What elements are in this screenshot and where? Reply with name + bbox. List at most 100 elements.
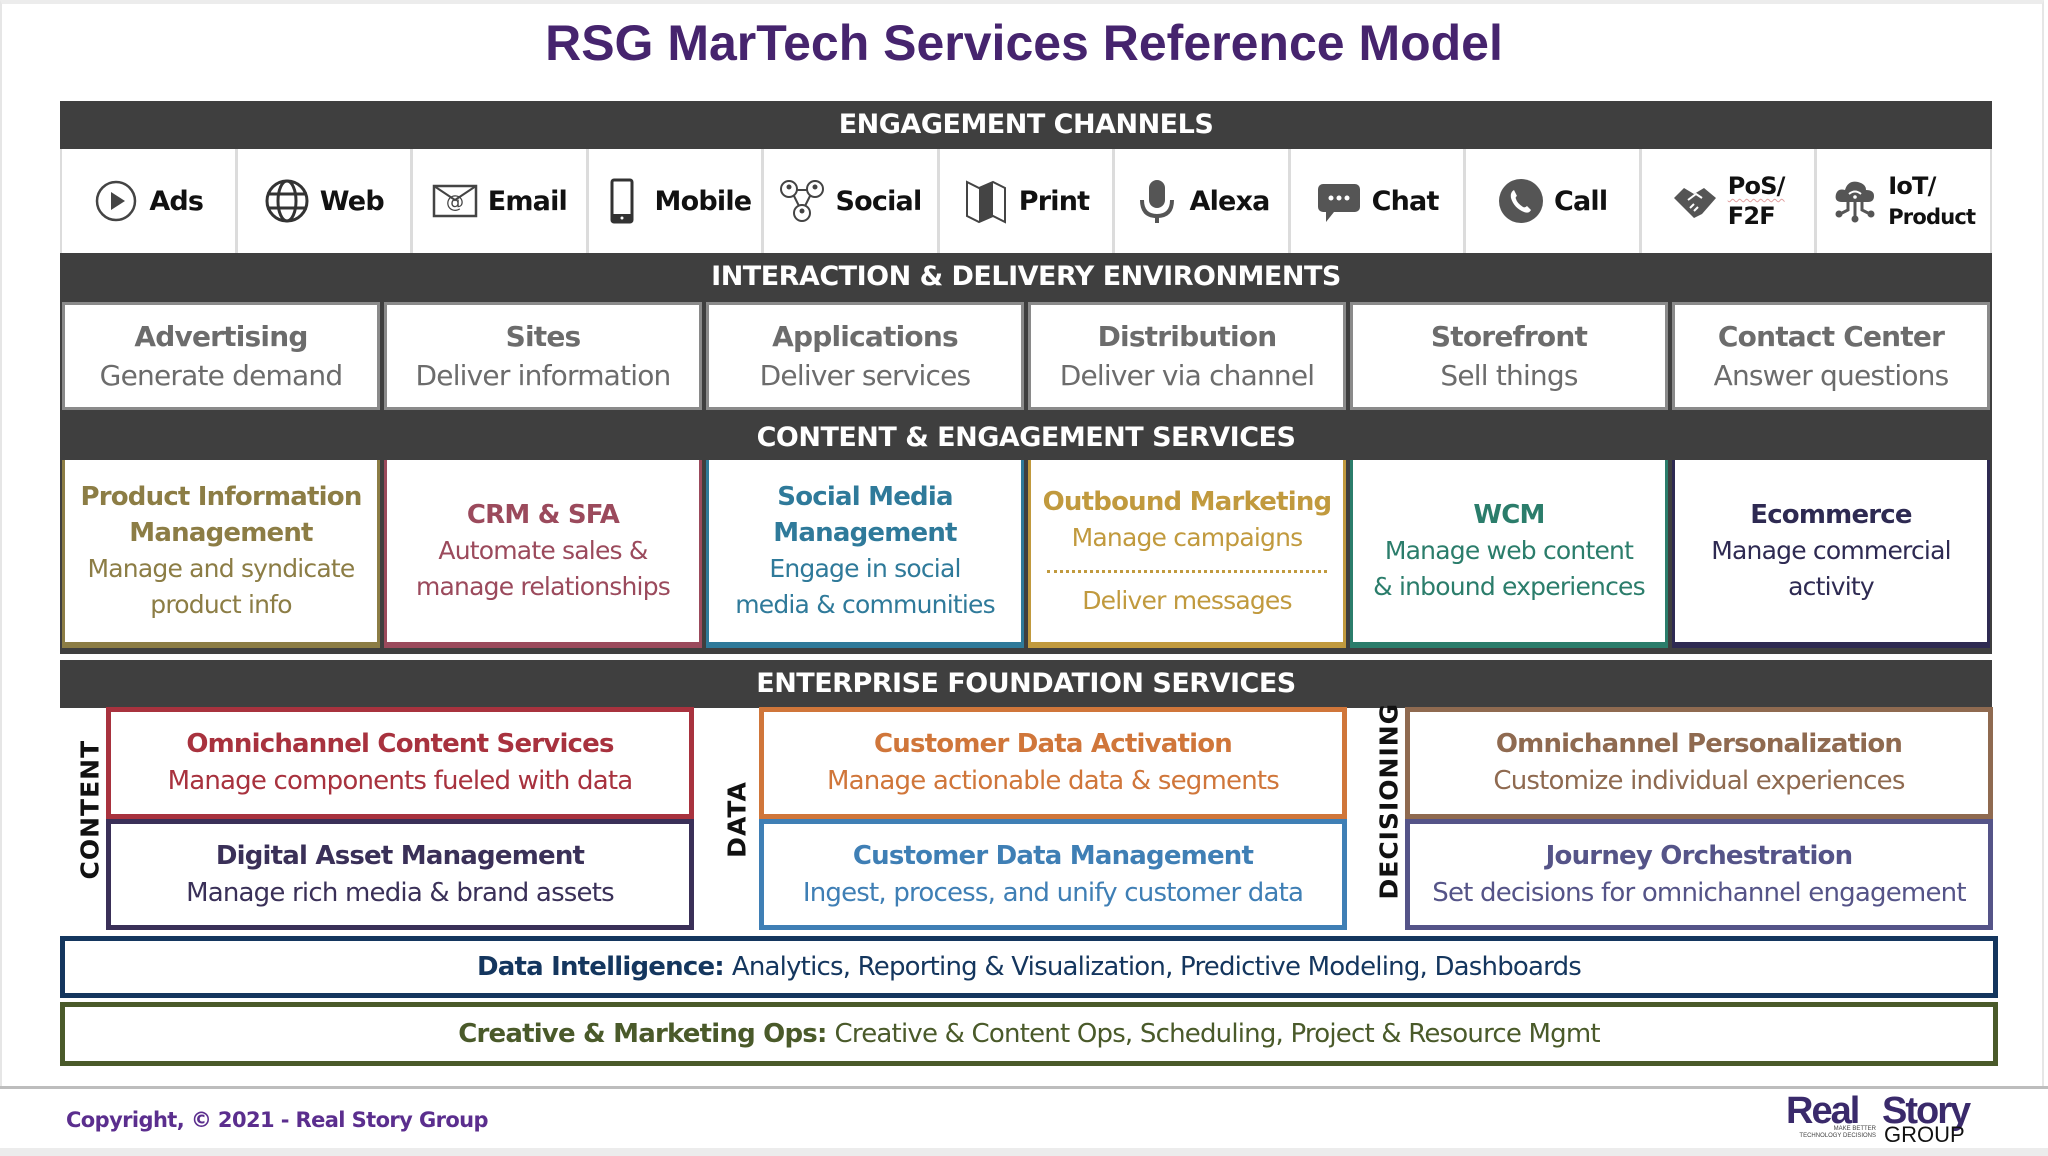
bar-text: Analytics, Reporting & Visualization, Pr… [731,952,1582,982]
env-subtitle: Generate demand [99,359,343,392]
box-title: Journey Orchestration [1545,840,1853,871]
play-circle-icon [96,180,137,222]
service-desc: Automate sales & [438,536,648,565]
service-desc: manage relationships [415,572,671,601]
channel-label-line2: F2F [1727,202,1776,230]
box-desc: Manage rich media & brand assets [186,877,615,908]
service-desc: Engage in social [769,554,961,583]
env-title: Applications [772,320,958,353]
box-desc: Set decisions for omnichannel engagement [1432,877,1966,908]
env-title: Storefront [1430,320,1588,353]
logo-tagline-1: MAKE BETTER [1833,1126,1876,1132]
env-title: Sites [505,320,582,353]
channel-label-line2: Product [1888,204,1976,229]
service-title: WCM [1473,500,1545,530]
bar-label: Data Intelligence: [476,952,725,982]
channel-ads: Ads [62,149,238,253]
channel-print: Print [940,149,1116,253]
folded-map-icon [965,180,1006,224]
service-outbound-marketing: Outbound Marketing Manage campaigns Deli… [1028,460,1346,648]
service-title: Management [773,518,957,548]
globe-icon [265,179,309,223]
service-desc: Deliver messages [1082,585,1292,615]
group-label-decisioning: DECISIONING [1374,702,1404,900]
service-desc: media & communities [735,590,995,619]
box-title: Omnichannel Content Services [186,729,614,759]
dotted-divider [1047,569,1327,573]
env-title: Contact Center [1717,320,1945,353]
box-desc: Customize individual experiences [1493,766,1905,796]
service-social-media-management: Social Media Management Engage in social… [706,460,1024,648]
channel-label: Social [835,185,922,217]
mobile-phone-icon [610,178,634,224]
bar-creative-marketing-ops: Creative & Marketing Ops: Creative & Cont… [60,1002,1998,1066]
group-label-content: CONTENT [75,739,105,880]
group-label-data: DATA [722,781,752,858]
service-title: Outbound Marketing [1042,486,1333,517]
service-wcm: WCM Manage web content & inbound experie… [1350,460,1668,648]
logo-tagline: MAKE BETTER TECHNOLOGY DECISIONS [1786,1126,1876,1140]
env-subtitle: Answer questions [1713,359,1950,392]
service-crm-sfa: CRM & SFA Automate sales & manage relati… [384,460,702,648]
channel-label-line1: PoS/ [1727,172,1786,200]
env-subtitle: Deliver information [415,359,672,392]
channel-label: Email [487,185,568,217]
page-title: RSG MarTech Services Reference Model [545,15,1503,71]
social-network-icon [780,180,825,222]
channel-label-line1: IoT/ [1888,171,1936,200]
copyright-text: Copyright, © 2021 - Real Story Group [66,1108,489,1132]
service-desc: Manage web content [1384,536,1634,565]
channel-alexa: Alexa [1115,149,1291,253]
channel-label: PoS/F2F [1727,171,1786,231]
env-advertising: Advertising Generate demand [62,302,380,410]
env-title: Advertising [134,320,308,353]
box-desc: Ingest, process, and unify customer data [802,877,1304,908]
box-desc: Manage actionable data & segments [826,766,1280,796]
channel-label: Call [1553,185,1608,217]
microphone-icon [1139,180,1174,223]
footer-divider [0,1086,2048,1089]
channel-chat: Chat [1291,149,1467,253]
channel-social: Social [764,149,940,253]
box-title: Digital Asset Management [215,840,585,871]
logo-tagline-2: TECHNOLOGY DECISIONS [1799,1133,1876,1139]
channel-web: Web [238,149,414,253]
phone-icon [1498,179,1543,223]
service-title: Social Media [777,482,953,512]
channel-label: Mobile [654,185,753,217]
box-customer-data-management: Customer Data Management Ingest, process… [759,819,1347,930]
env-applications: Applications Deliver services [706,302,1024,410]
service-desc: activity [1788,572,1875,601]
channel-label: Print [1018,185,1090,217]
logo-word-group: GROUP [1884,1122,1965,1147]
channel-label: Alexa [1189,185,1271,217]
box-omnichannel-content-services: Omnichannel Content Services Manage comp… [106,707,694,819]
service-pim: Product Information Management Manage an… [62,460,380,648]
handshake-icon [1673,188,1716,218]
bar-text: Creative & Content Ops, Scheduling, Proj… [834,1019,1601,1049]
env-sites: Sites Deliver information [384,302,702,410]
box-title: Omnichannel Personalization [1495,729,1903,759]
service-desc: Manage campaigns [1071,522,1304,552]
box-title: Customer Data Activation [874,729,1233,759]
channel-label: Chat [1371,185,1440,217]
service-desc: product info [150,590,292,619]
box-digital-asset-management: Digital Asset Management Manage rich med… [106,819,694,930]
service-title: Ecommerce [1750,500,1912,530]
service-ecommerce: Ecommerce Manage commercial activity [1672,460,1990,648]
channel-iot-product: IoT/Product [1817,149,1990,253]
channel-label: Web [319,185,385,217]
channel-label: Ads [149,185,204,217]
env-title: Distribution [1097,320,1278,353]
env-storefront: Storefront Sell things [1350,302,1668,410]
box-title: Customer Data Management [852,840,1254,871]
box-customer-data-activation: Customer Data Activation Manage actionab… [759,707,1347,819]
bottom-strip [0,1148,2048,1156]
service-desc: Manage commercial [1711,536,1951,565]
service-title: Product Information [80,482,362,512]
env-subtitle: Deliver services [759,359,971,392]
section-header-interaction-delivery: INTERACTION & DELIVERY ENVIRONMENTS [60,253,1992,301]
box-desc: Manage components fueled with data [167,766,634,796]
channels-row: Ads Web @ Email Mobile Social Print Alex… [60,149,1992,253]
services-row: Product Information Management Manage an… [60,460,1992,654]
